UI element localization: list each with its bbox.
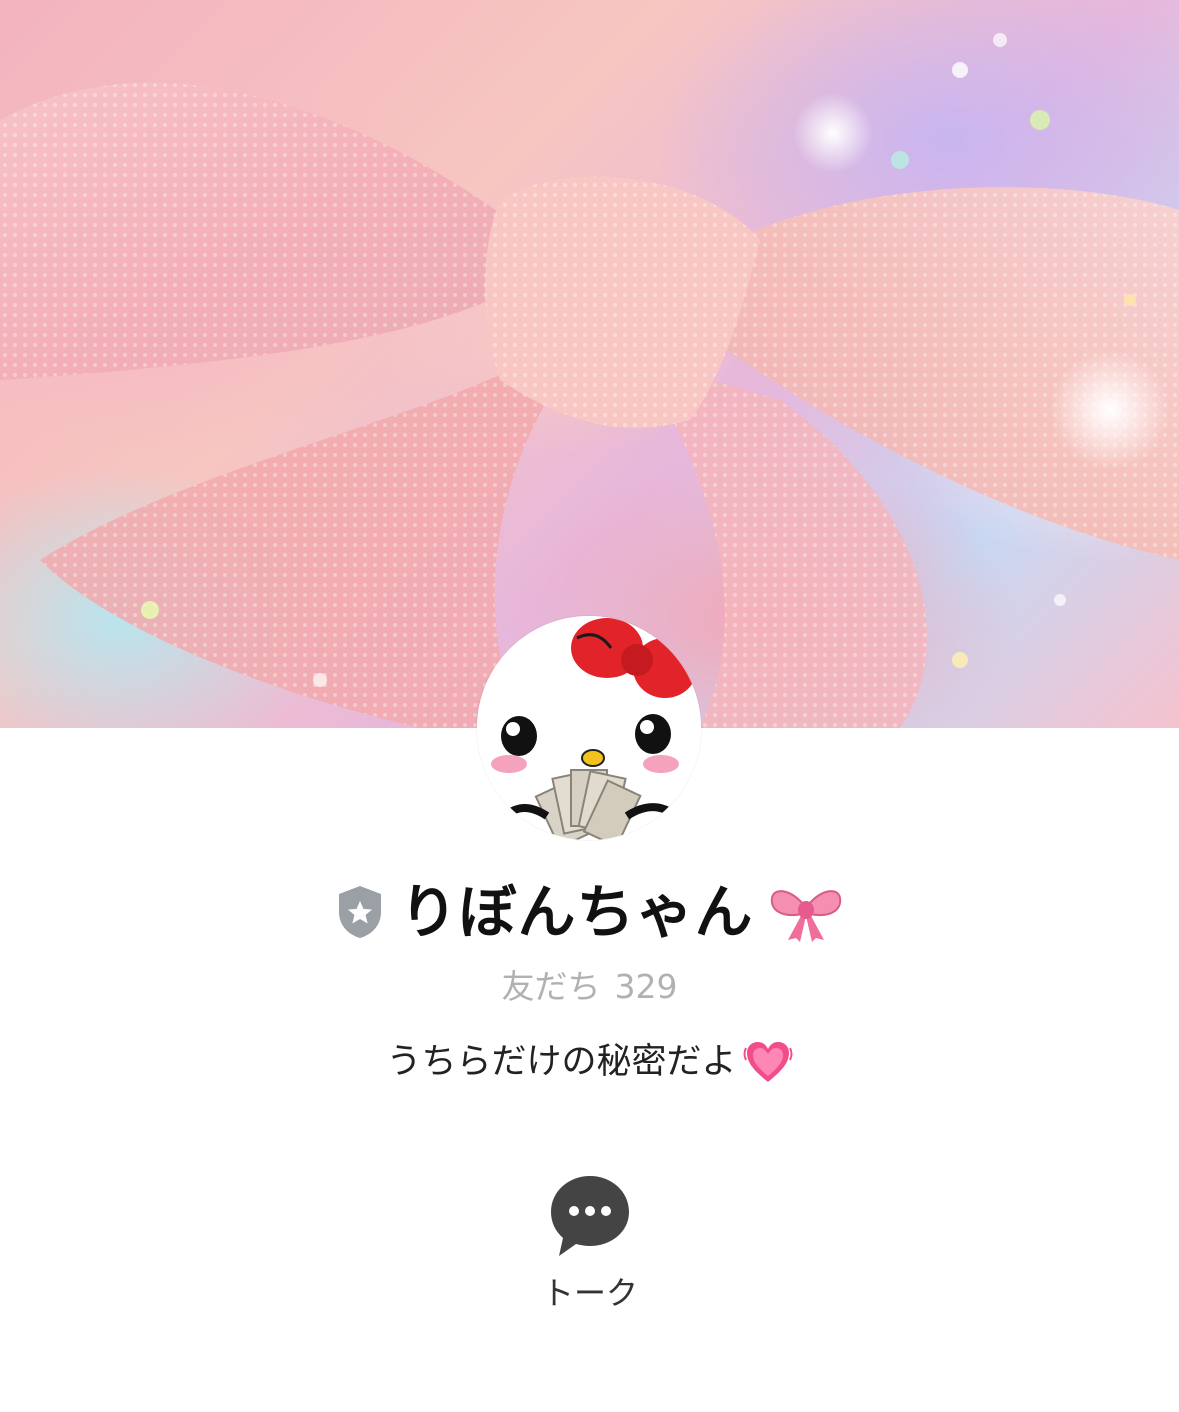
friends-count-value: 329 bbox=[614, 967, 678, 1006]
profile-name: りぼんちゃん bbox=[399, 878, 754, 946]
talk-button[interactable]: トーク bbox=[520, 1168, 660, 1318]
status-message-row: うちらだけの秘密だよ bbox=[0, 1034, 1179, 1090]
friends-label: 友だち bbox=[501, 967, 601, 1006]
profile-avatar[interactable] bbox=[477, 616, 701, 840]
talk-label: トーク bbox=[541, 1274, 638, 1312]
kitty-with-money-avatar-icon bbox=[477, 616, 701, 840]
profile-page: りぼんちゃん 友だち 329 うちらだけの秘密だよ トーク bbox=[0, 0, 1179, 1412]
friends-count[interactable]: 友だち 329 bbox=[0, 962, 1179, 1012]
ribbon-emoji-icon bbox=[770, 890, 841, 942]
status-message: うちらだけの秘密だよ bbox=[386, 1042, 737, 1082]
chat-bubble-icon bbox=[551, 1176, 629, 1256]
shield-star-icon bbox=[339, 886, 382, 938]
growing-heart-emoji-icon bbox=[743, 1042, 792, 1082]
profile-name-row: りぼんちゃん bbox=[0, 872, 1179, 952]
